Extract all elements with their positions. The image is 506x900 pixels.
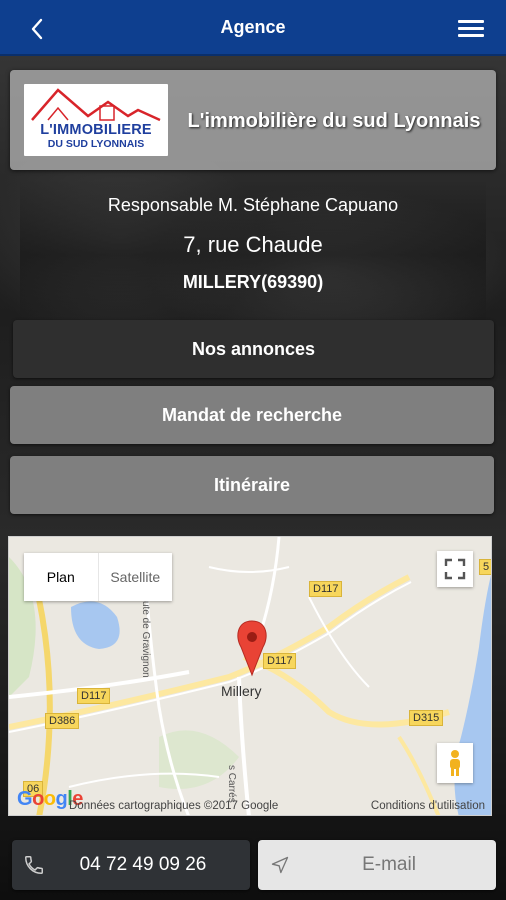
map-footer: Google Données cartographiques ©2017 Goo… — [9, 788, 491, 815]
agency-city: MILLERY(69390) — [182, 272, 324, 292]
roof-logo-icon — [31, 88, 161, 122]
map-satellite-tab[interactable]: Satellite — [99, 553, 173, 601]
agency-name: L'immobilière du sud Lyonnais — [187, 110, 481, 132]
street-label: ute de Gravignon — [140, 601, 151, 678]
road-label: D315 — [409, 710, 444, 726]
menu-button[interactable] — [458, 15, 484, 41]
app-header: Agence — [0, 0, 506, 56]
map-type-toggle: Plan Satellite — [24, 553, 172, 601]
agency-logo: L'IMMOBILIERE DU SUD LYONNAIS — [24, 84, 168, 156]
back-button[interactable] — [22, 14, 52, 44]
itineraire-button[interactable]: Itinéraire — [10, 456, 494, 514]
map-terms-link[interactable]: Conditions d'utilisation — [371, 800, 485, 812]
road-label: D386 — [45, 713, 80, 729]
chevron-left-icon — [31, 18, 43, 40]
annonces-button[interactable]: Nos annonces — [13, 320, 494, 378]
road-label: D117 — [77, 688, 111, 704]
logo-text-line1: L'IMMOBILIERE — [40, 122, 152, 138]
call-button[interactable]: 04 72 49 09 26 — [12, 840, 250, 890]
map-plan-tab[interactable]: Plan — [24, 553, 99, 601]
fullscreen-icon — [444, 558, 466, 580]
street-view-button[interactable] — [437, 743, 473, 783]
pegman-icon — [450, 750, 460, 776]
fullscreen-button[interactable] — [437, 551, 473, 587]
hamburger-menu-icon — [458, 19, 484, 23]
email-button[interactable]: E-mail — [258, 840, 496, 890]
logo-text-line2: DU SUD LYONNAIS — [47, 138, 145, 150]
agency-manager: Responsable M. Stéphane Capuano — [107, 195, 399, 215]
place-label-millery: Millery — [221, 683, 262, 699]
phone-number: 04 72 49 09 26 — [79, 854, 207, 875]
mandat-recherche-button[interactable]: Mandat de recherche — [10, 386, 494, 444]
agency-card: L'IMMOBILIERE DU SUD LYONNAIS L'immobili… — [10, 70, 496, 170]
phone-icon — [25, 856, 43, 874]
road-label: 5 — [479, 559, 491, 575]
road-label: D117 — [263, 653, 297, 669]
send-icon — [271, 856, 289, 874]
road-label: D117 — [309, 581, 343, 597]
page-title: Agence — [220, 16, 286, 37]
map-view[interactable]: Plan Satellite D117 D117 D117 D386 D315 … — [8, 536, 492, 816]
map-attribution: Données cartographiques ©2017 Google — [69, 800, 279, 812]
email-label: E-mail — [362, 854, 416, 875]
agency-street: 7, rue Chaude — [183, 232, 323, 257]
